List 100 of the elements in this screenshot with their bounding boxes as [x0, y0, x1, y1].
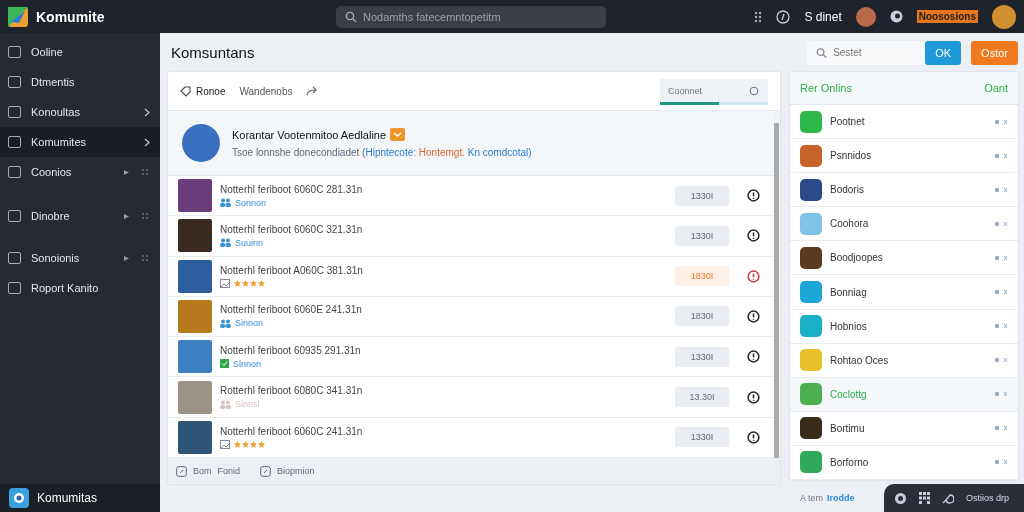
clock-icon[interactable] — [776, 9, 791, 24]
notification-label[interactable]: Noososions — [916, 10, 978, 23]
sidebar-item[interactable]: Konoultas — [0, 97, 160, 127]
app-icon — [800, 110, 822, 133]
thumbnail — [178, 340, 212, 374]
count-badge: 1330I — [675, 346, 729, 367]
app-icon — [800, 212, 822, 235]
menu-icon — [8, 136, 21, 148]
status-icon — [994, 357, 1008, 364]
avatar[interactable] — [992, 4, 1016, 29]
thumbnail — [178, 179, 212, 213]
count-badge: 13.30I — [675, 387, 729, 408]
status-icon — [994, 459, 1008, 466]
dots-icon — [142, 255, 148, 261]
online-item[interactable]: Hobnios — [790, 309, 1018, 344]
featured-description: Tsoe lonnshe donecondiadet (Hipntecote: Hontemgt. Kn comdcotal) — [232, 147, 532, 158]
count-badge: 1830I — [675, 266, 729, 287]
count-badge: 1330I — [675, 225, 729, 246]
logo-icon — [8, 6, 28, 27]
users-icon — [220, 238, 231, 248]
menu-icon — [8, 106, 21, 118]
row-tag: Sinnsl — [235, 399, 260, 410]
camera-icon[interactable] — [894, 491, 907, 505]
sidebar-item[interactable]: Dtmentis — [0, 67, 160, 97]
status-icon — [994, 118, 1008, 125]
search-field[interactable]: Nodamths fatecemntopetitm — [336, 5, 606, 28]
sidebar-item[interactable]: Coonios — [0, 157, 160, 187]
note-icon — [176, 465, 187, 477]
menu-icon — [8, 76, 21, 88]
page-title: Komsuntans — [171, 44, 255, 61]
status-icon — [994, 220, 1008, 227]
status-icon — [994, 425, 1008, 432]
grid-icon[interactable] — [919, 492, 930, 504]
featured-title: Korantar Vootenmitoo Aedlaline — [232, 128, 387, 141]
dots-icon — [142, 169, 148, 175]
arrow-icon — [123, 168, 130, 176]
row-title: Notterhl feriboot 60935 291.31n — [220, 344, 362, 356]
count-badge: 1330I — [675, 185, 729, 206]
row-title: Notterhl feriboot 6060C 321.31n — [220, 223, 364, 235]
note-icon — [260, 465, 272, 477]
footer-label[interactable]: Biopmion — [277, 466, 315, 476]
menu-icon — [8, 210, 21, 222]
row-title: Rotterhl feriboot 6080C 341.31n — [220, 385, 364, 397]
online-item[interactable]: Pootnet — [790, 105, 1018, 140]
sidebar-item[interactable]: Roport Kanito — [0, 273, 160, 303]
menu-icon — [8, 46, 21, 58]
info-icon[interactable] — [747, 229, 760, 243]
sidebar-item[interactable]: Dinobre — [0, 201, 160, 231]
status-icon[interactable] — [889, 10, 903, 23]
arrow-icon — [123, 212, 130, 220]
thumbnail — [178, 420, 212, 454]
sidebar-item[interactable]: Komumites — [0, 127, 160, 157]
online-item[interactable]: Coohora — [790, 207, 1018, 242]
sidebar-item[interactable]: Ooline — [0, 37, 160, 67]
sidebar-item[interactable]: Sonoionis — [0, 243, 160, 273]
info-icon[interactable] — [747, 390, 760, 404]
row-tag: Slnnon — [233, 358, 262, 369]
online-item[interactable]: Borforno — [790, 445, 1018, 481]
app-icon — [800, 417, 822, 440]
search-field[interactable]: Coonnet — [660, 79, 768, 103]
online-item[interactable]: Rohtao Oces — [790, 343, 1018, 378]
info-icon[interactable] — [747, 430, 760, 444]
user-label[interactable]: S dinet — [804, 9, 842, 24]
app-name: Komumite — [36, 8, 105, 25]
status-icon — [994, 186, 1008, 193]
workspace-name: Komumitas — [37, 491, 98, 505]
tab[interactable]: Ronoe — [180, 85, 226, 97]
users-icon — [220, 399, 231, 409]
online-item[interactable]: Psnnidos — [790, 139, 1018, 174]
online-item[interactable]: Bodoris — [790, 173, 1018, 208]
row-title: Notterhl feriboot 6060C 241.31n — [220, 425, 364, 437]
avatar[interactable] — [855, 6, 876, 27]
info-icon[interactable] — [747, 350, 760, 364]
app-icon — [800, 383, 822, 406]
arrow-icon — [123, 254, 130, 262]
online-item[interactable]: Bortimu — [790, 411, 1018, 446]
search-field[interactable]: Sestet — [807, 40, 926, 65]
app-icon — [800, 144, 822, 167]
row-title: Notterhl feriboot 6060C 281.31n — [220, 183, 364, 195]
thumbnail — [178, 219, 212, 253]
status-icon — [994, 254, 1008, 261]
footer-label[interactable]: Fonid — [217, 466, 241, 476]
grid-icon[interactable] — [754, 10, 763, 23]
tab[interactable]: Wandenobs — [239, 85, 293, 97]
dock-label[interactable]: Ostiios drp — [966, 493, 1009, 503]
avatar — [182, 124, 220, 162]
users-icon — [220, 198, 231, 208]
panel-title: Rer Onlins — [800, 82, 852, 94]
count-badge: 1830I — [675, 306, 729, 327]
share-icon[interactable] — [306, 86, 319, 96]
info-icon[interactable] — [747, 189, 760, 203]
image-icon — [220, 278, 230, 288]
online-item[interactable]: Boodjoopes — [790, 241, 1018, 276]
row-tag: Sonnon — [235, 197, 267, 208]
online-item[interactable]: Bonniag — [790, 275, 1018, 310]
app-icon — [800, 349, 822, 372]
info-icon[interactable] — [747, 310, 760, 323]
footer-label[interactable]: Bom — [193, 466, 212, 476]
menu-icon — [8, 252, 21, 264]
row-tag: Sinnon — [235, 318, 264, 329]
